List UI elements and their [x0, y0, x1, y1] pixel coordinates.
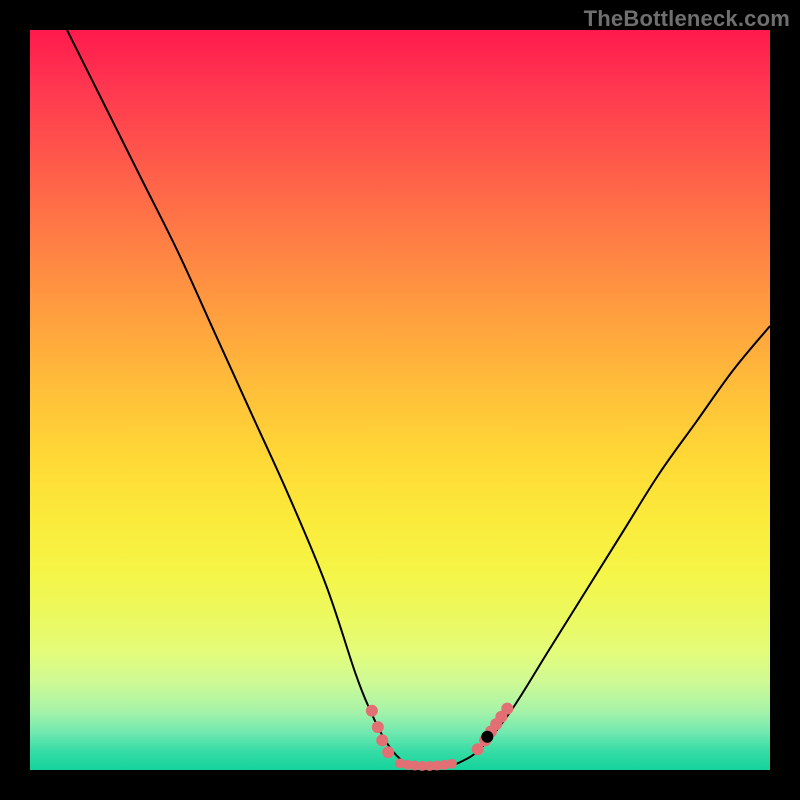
chart-frame: TheBottleneck.com: [0, 0, 800, 800]
marker-dot: [501, 703, 513, 715]
bottleneck-curve-svg: [30, 30, 770, 770]
marker-dot: [382, 746, 394, 758]
marker-dot: [447, 759, 457, 769]
marker-dot: [366, 705, 378, 717]
bottleneck-curve: [67, 30, 770, 767]
plot-area: [30, 30, 770, 770]
marker-layer: [366, 703, 513, 771]
marker-dot: [376, 734, 388, 746]
marker-dot: [481, 731, 493, 743]
marker-dot: [372, 721, 384, 733]
watermark-text: TheBottleneck.com: [584, 6, 790, 32]
